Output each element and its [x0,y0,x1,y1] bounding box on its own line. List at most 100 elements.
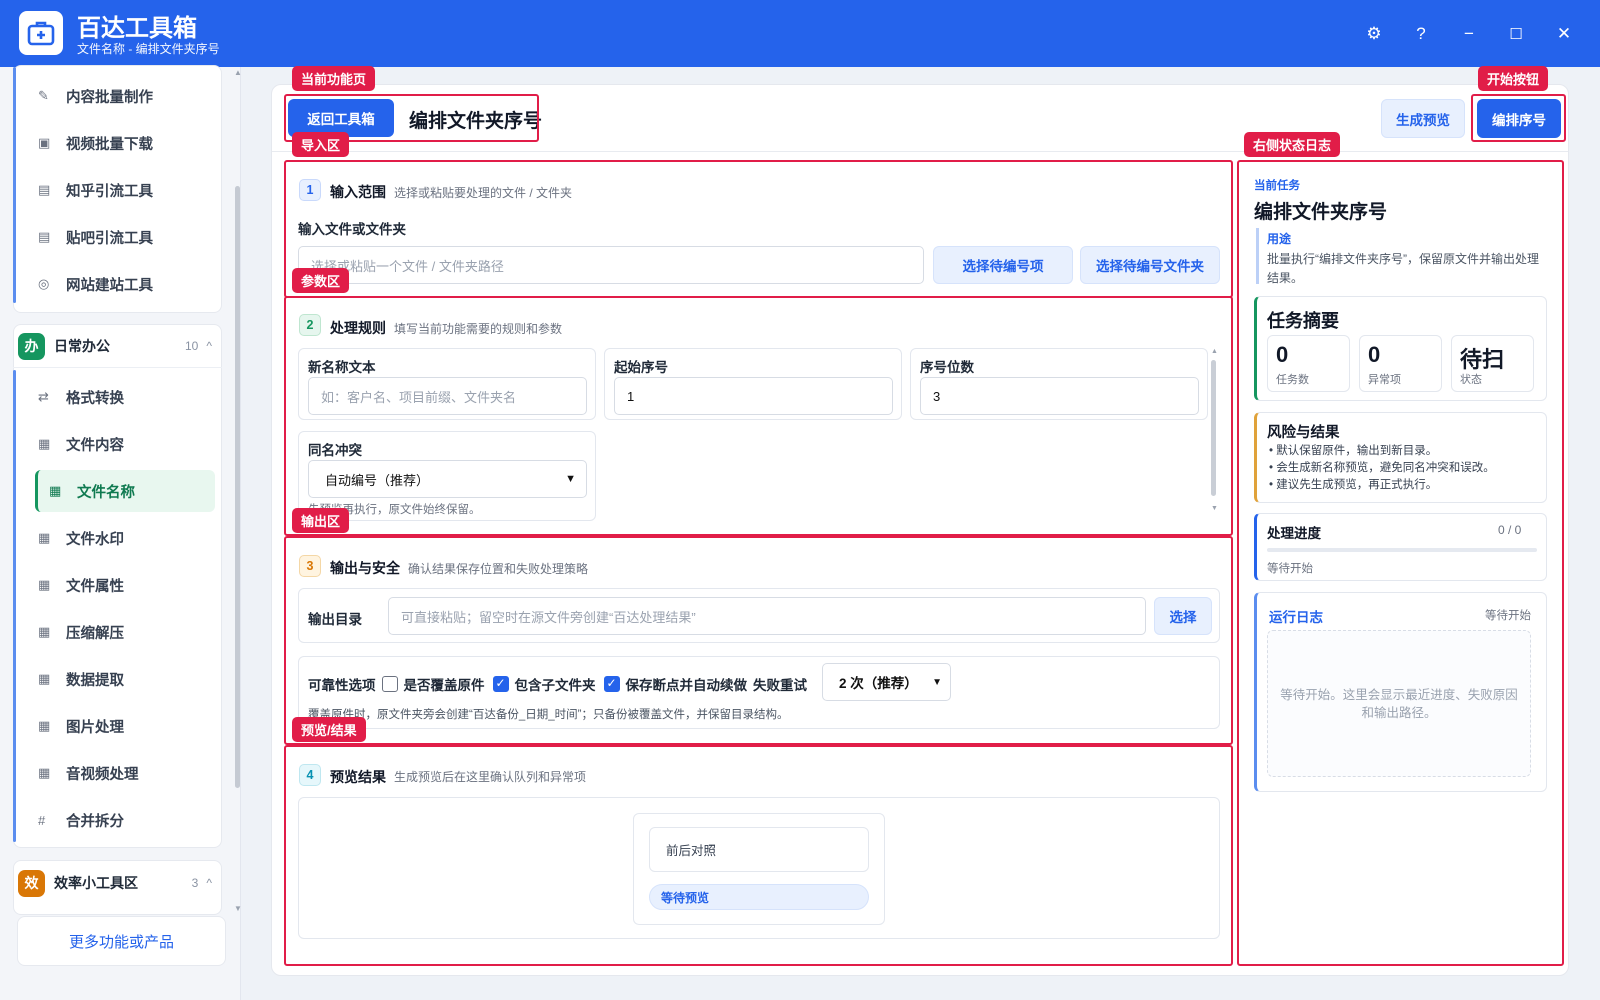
select-items-button[interactable]: 选择待编号项 [933,246,1073,284]
sidebar-item-label: 文件名称 [77,484,135,501]
compare-label: 前后对照 [666,844,717,858]
section-desc: 选择或粘贴要处理的文件 / 文件夹 [394,186,573,200]
stat-value: 0 [1368,342,1381,367]
input-path-field[interactable]: 选择或粘贴一个文件 / 文件夹路径 [298,246,924,284]
collapse-caret-icon: ^ [206,876,212,890]
globe-icon: ◎ [38,276,50,291]
scroll-down-arrow-icon[interactable]: ▼ [1211,505,1218,512]
sidebar-item-website[interactable]: ◎ 网站建站工具 [24,263,201,305]
sidebar-item-compress[interactable]: ▦ 压缩解压 [24,611,201,653]
grid-icon: ▦ [38,671,51,686]
section-number: 2 [299,314,321,336]
sidebar-item-content-batch[interactable]: ✎ 内容批量制作 [24,75,201,117]
sidebar-rail [13,67,16,303]
section-number: 3 [299,555,321,577]
subfolder-checkbox[interactable]: ✓ [492,676,509,692]
annotation-tag-right-log: 右侧状态日志 [1244,132,1341,157]
scroll-down-arrow-icon[interactable]: ▼ [234,904,242,913]
sidebar-item-merge-split[interactable]: # 合并拆分 [24,799,201,841]
group-count: 3 [191,876,199,890]
group-name: 日常办公 [54,338,110,354]
choose-output-button[interactable]: 选择 [1154,597,1212,635]
sidebar-item-label: 贴吧引流工具 [66,230,153,247]
settings-gear-icon[interactable]: ⚙ [1358,18,1390,50]
grid-icon: ▦ [38,577,51,592]
close-icon[interactable]: ✕ [1548,18,1580,50]
sidebar-item-file-attributes[interactable]: ▦ 文件属性 [24,564,201,606]
sidebar-item-file-content[interactable]: ▦ 文件内容 [24,423,201,465]
sidebar-item-image[interactable]: ▦ 图片处理 [24,705,201,747]
sidebar-item-video-download[interactable]: ▣ 视频批量下载 [24,122,201,164]
sidebar-item-label: 数据提取 [66,672,124,689]
zhihu-icon: ▤ [38,182,51,197]
compare-box[interactable]: 前后对照 [649,827,869,872]
collapse-caret-icon: ^ [206,339,212,353]
run-log-content: 等待开始。这里会显示最近进度、失败原因和输出路径。 [1267,630,1531,777]
app-title: 百达工具箱 [77,15,197,42]
new-name-input[interactable]: 如：客户名、项目前缀、文件夹名 [308,377,587,415]
sidebar-item-label: 图片处理 [66,719,124,736]
output-dir-input[interactable]: 可直接粘贴；留空时在源文件旁创建“百达处理结果” [388,597,1146,635]
retry-select[interactable]: 2 次（推荐） ▼ [822,663,951,701]
usage-label: 用途 [1267,232,1292,246]
sidebar-rail [13,370,16,842]
section-title: 输出与安全 [330,560,400,576]
sidebar-item-label: 文件水印 [66,531,124,548]
grid-icon: ▦ [38,436,51,451]
stat-value: 0 [1276,342,1289,367]
chevron-down-icon: ▼ [565,473,576,485]
sidebar-item-label: 音视频处理 [66,766,139,783]
start-numbering-button[interactable]: 编排序号 [1477,99,1561,138]
chevron-down-icon: ▼ [932,676,942,688]
grid-icon: ▦ [38,718,51,733]
params-scrollbar[interactable] [1211,360,1216,496]
risk-item-text: 默认保留原件，输出到新目录。 [1276,445,1438,457]
digits-input[interactable]: 3 [920,377,1199,415]
select-folder-button[interactable]: 选择待编号文件夹 [1080,246,1220,284]
group-header-efficiency[interactable]: 效 效率小工具区 3 ^ [18,863,214,903]
start-seq-input[interactable]: 1 [614,377,893,415]
maximize-icon[interactable]: ☐ [1500,18,1532,50]
group-header-office[interactable]: 办 日常办公 10 ^ [18,326,214,366]
sidebar-item-data-extract[interactable]: ▦ 数据提取 [24,658,201,700]
help-icon[interactable]: ? [1405,18,1437,50]
sidebar-item-audio-video[interactable]: ▦ 音视频处理 [24,752,201,794]
sidebar-item-format-convert[interactable]: ⇄ 格式转换 [24,376,201,418]
usage-text: 批量执行“编排文件夹序号”，保留原文件并输出处理结果。 [1267,252,1539,285]
app-subtitle: 文件名称 - 编排文件夹序号 [77,42,220,56]
sidebar-item-tieba[interactable]: ▤ 贴吧引流工具 [24,216,201,258]
resume-checkbox[interactable]: ✓ [603,676,620,692]
sidebar-item-zhihu[interactable]: ▤ 知乎引流工具 [24,169,201,211]
scroll-up-arrow-icon[interactable]: ▲ [1211,348,1218,355]
sidebar-item-file-name[interactable]: ▦ 文件名称 [35,470,215,512]
retry-select-value: 2 次（推荐） [839,676,918,691]
title-bar: 百达工具箱 文件名称 - 编排文件夹序号 ⚙ ? − ☐ ✕ [0,0,1600,67]
overwrite-checkbox[interactable] [381,676,398,692]
run-log-title: 运行日志 [1269,610,1323,625]
divider [13,367,222,368]
task-summary-title: 任务摘要 [1267,311,1339,331]
current-task-label: 当前任务 [1254,180,1300,192]
sidebar-scrollbar[interactable] [235,186,240,788]
digits-label: 序号位数 [920,360,974,375]
conflict-select[interactable]: 自动编号（推荐） ▼ [308,460,587,498]
sidebar-item-label: 文件内容 [66,437,124,454]
minimize-icon[interactable]: − [1453,18,1485,50]
usage-accent [1256,228,1259,284]
stats-row: 0 任务数 0 异常项 待扫 状态 [1267,335,1539,393]
stat-exceptions: 0 异常项 [1359,335,1442,392]
generate-preview-button[interactable]: 生成预览 [1381,99,1465,138]
annotation-tag-import: 导入区 [292,132,350,157]
run-log-status: 等待开始 [1485,610,1531,622]
sidebar-item-file-watermark[interactable]: ▦ 文件水印 [24,517,201,559]
new-name-label: 新名称文本 [308,360,376,375]
risk-item: • 默认保留原件，输出到新目录。 [1269,445,1438,457]
stat-label: 异常项 [1368,374,1401,386]
more-features-link[interactable]: 更多功能或产品 [17,916,226,966]
scroll-up-arrow-icon[interactable]: ▲ [234,68,242,77]
input-field-label: 输入文件或文件夹 [298,222,406,237]
section-title: 输入范围 [330,184,386,200]
sidebar-item-label: 网站建站工具 [66,277,153,294]
grid-icon: ▦ [38,624,51,639]
risk-list: • 默认保留原件，输出到新目录。 • 会生成新名称预览，避免同名冲突和误改。 •… [1269,443,1541,494]
